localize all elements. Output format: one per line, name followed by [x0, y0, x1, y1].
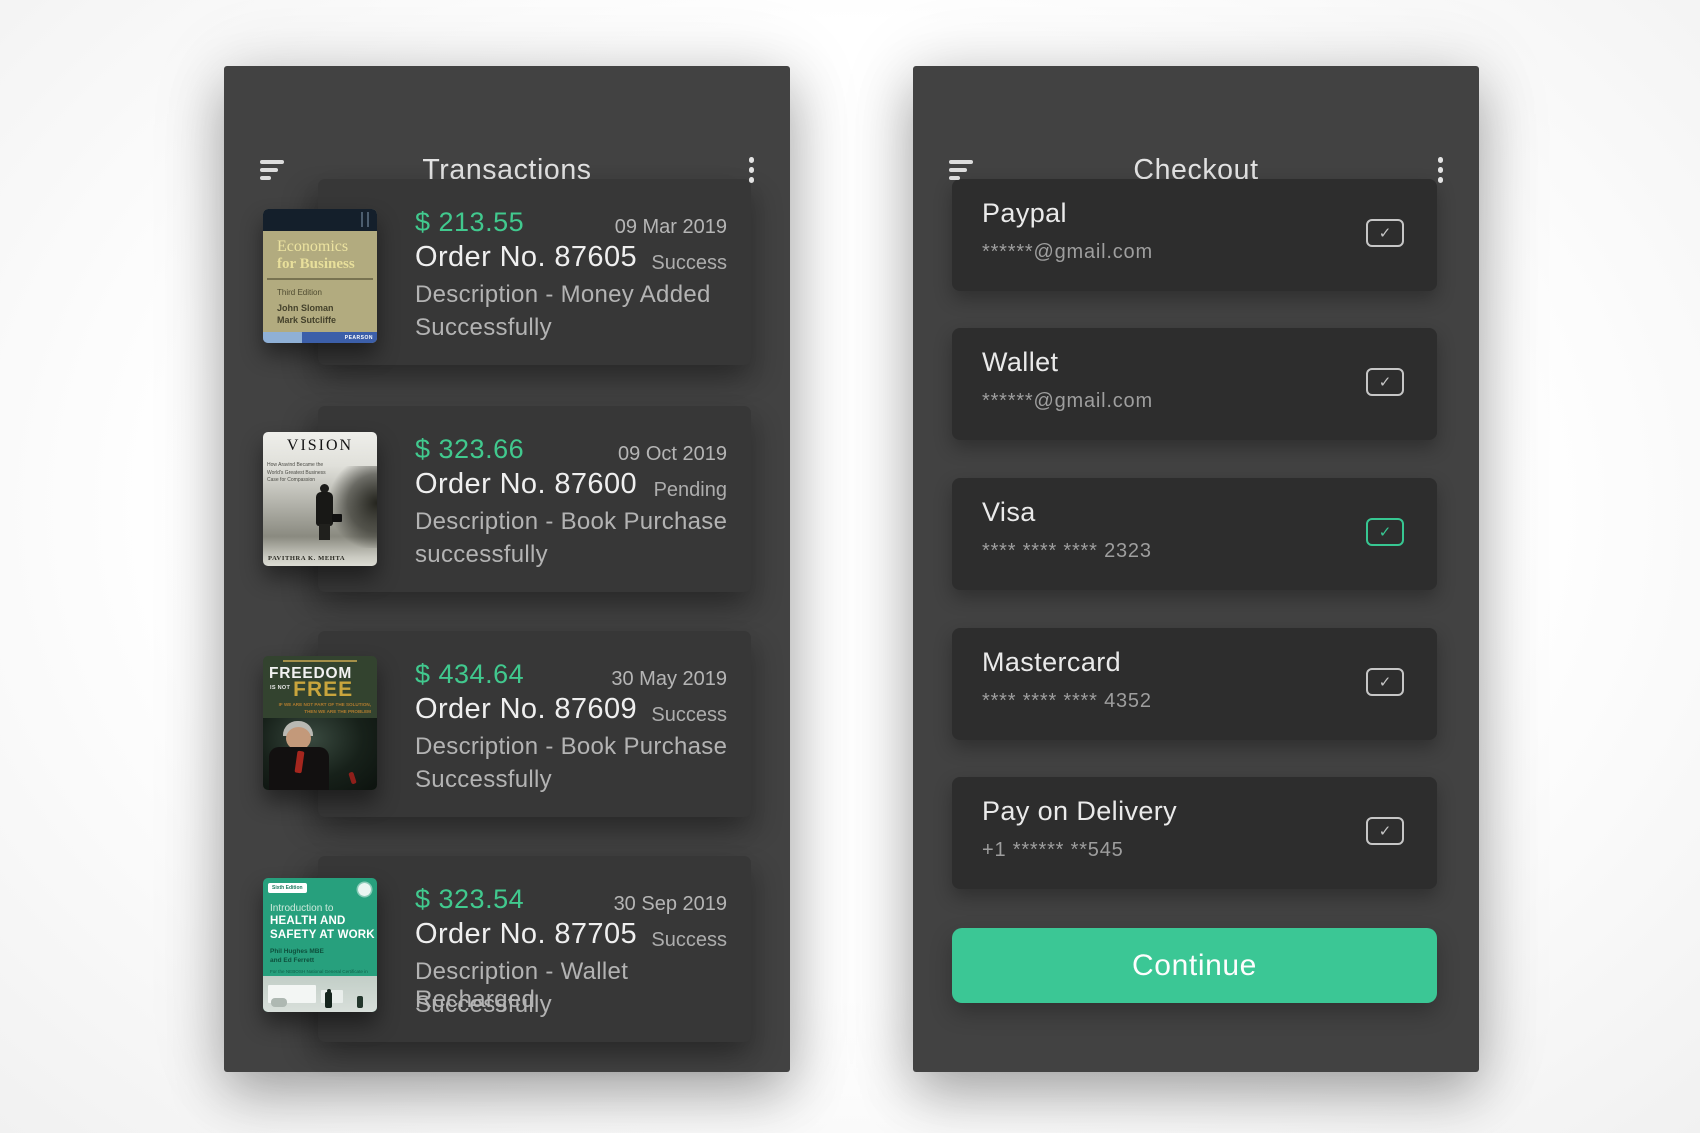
payment-method-wallet[interactable]: Wallet ******@gmail.com ✓: [952, 328, 1437, 440]
transaction-card[interactable]: $ 323.54 30 Sep 2019 Order No. 87705 Suc…: [318, 856, 751, 1042]
more-options-icon[interactable]: [1438, 157, 1444, 183]
menu-icon[interactable]: [260, 160, 284, 180]
transaction-amount: $ 434.64: [415, 659, 524, 690]
payment-method-mastercard[interactable]: Mastercard **** **** **** 4352 ✓: [952, 628, 1437, 740]
payment-method-name: Mastercard: [982, 647, 1121, 678]
continue-button-label: Continue: [1132, 949, 1257, 983]
transaction-date: 30 Sep 2019: [614, 893, 727, 916]
transaction-description: successfully: [415, 541, 548, 569]
transaction-description: Description - Book Purchase: [415, 508, 727, 536]
transaction-description: Successfully: [415, 766, 552, 794]
book-cover-vision: VISION How Aravind Became the World's Gr…: [263, 432, 377, 566]
book-title-intro: Introduction to: [270, 903, 377, 914]
book-author: PAVITHRA K. MEHTA: [268, 555, 345, 562]
book-tagline: IF WE ARE NOT PART OF THE SOLUTION, THEN…: [263, 702, 377, 716]
transaction-order-number: Order No. 87600: [415, 468, 637, 501]
continue-button[interactable]: Continue: [952, 928, 1437, 1003]
transaction-date: 30 May 2019: [611, 668, 727, 691]
publisher-logo-icon: [358, 883, 371, 896]
book-edition: Third Edition: [263, 280, 377, 297]
check-icon: ✓: [1379, 224, 1392, 242]
transaction-order-number: Order No. 87605: [415, 241, 637, 274]
paypal-checkbox[interactable]: ✓: [1366, 219, 1404, 247]
pay-on-delivery-checkbox[interactable]: ✓: [1366, 817, 1404, 845]
book-title: Economics: [277, 238, 363, 256]
transactions-screen: Transactions $ 213.55 09 Mar 2019 Order …: [224, 66, 790, 1072]
payment-method-name: Paypal: [982, 198, 1067, 229]
check-icon: ✓: [1379, 373, 1392, 391]
publisher-name: PEARSON: [345, 335, 377, 341]
transaction-date: 09 Oct 2019: [618, 443, 727, 466]
transaction-amount: $ 213.55: [415, 207, 524, 238]
book-title: HEALTH AND SAFETY AT WORK: [270, 915, 377, 943]
transaction-description: Description - Book Purchase: [415, 733, 727, 761]
mastercard-checkbox[interactable]: ✓: [1366, 668, 1404, 696]
book-authors: Phil Hughes MBE and Ed Ferrett: [270, 947, 377, 965]
more-options-icon[interactable]: [749, 157, 755, 183]
book-top-band: [263, 209, 377, 231]
book-subtitle: How Aravind Became the World's Greatest …: [267, 462, 326, 485]
transaction-card[interactable]: $ 323.66 09 Oct 2019 Order No. 87600 Pen…: [318, 406, 751, 592]
book-authors: John Sloman Mark Sutcliffe: [277, 302, 336, 326]
check-icon: ✓: [1379, 822, 1392, 840]
transaction-status: Success: [651, 252, 727, 275]
payment-method-detail: +1 ****** **545: [982, 839, 1124, 862]
transaction-status: Success: [651, 704, 727, 727]
wallet-checkbox[interactable]: ✓: [1366, 368, 1404, 396]
transaction-status: Success: [651, 929, 727, 952]
transaction-status: Pending: [654, 479, 727, 502]
cover-illustration: [263, 976, 377, 1012]
payment-method-visa[interactable]: Visa **** **** **** 2323 ✓: [952, 478, 1437, 590]
book-title: IS NOT: [270, 685, 290, 691]
book-cover-freedom-is-not-free: FREEDOM IS NOT FREE IF WE ARE NOT PART O…: [263, 656, 377, 790]
transaction-amount: $ 323.66: [415, 434, 524, 465]
check-icon: ✓: [1379, 523, 1392, 541]
transaction-order-number: Order No. 87705: [415, 918, 637, 951]
transaction-description: Description - Money Added: [415, 281, 711, 309]
book-title: VISION: [263, 437, 377, 455]
payment-method-name: Pay on Delivery: [982, 796, 1177, 827]
book-edition-badge: Sixth Edition: [268, 883, 307, 893]
menu-icon[interactable]: [949, 160, 973, 180]
book-title: FREE: [293, 681, 353, 699]
payment-method-name: Visa: [982, 497, 1036, 528]
cover-photo-speaker: [263, 718, 377, 790]
cover-accent-line: [283, 660, 357, 662]
cover-photo-man-silhouette: [311, 484, 341, 544]
transaction-date: 09 Mar 2019: [615, 216, 727, 239]
payment-method-detail: **** **** **** 4352: [982, 690, 1152, 713]
transaction-order-number: Order No. 87609: [415, 693, 637, 726]
transaction-card[interactable]: $ 434.64 30 May 2019 Order No. 87609 Suc…: [318, 631, 751, 817]
payment-method-detail: ******@gmail.com: [982, 390, 1153, 413]
check-icon: ✓: [1379, 673, 1392, 691]
book-title: for Business: [277, 256, 363, 273]
transaction-card[interactable]: $ 213.55 09 Mar 2019 Order No. 87605 Suc…: [318, 179, 751, 365]
payment-method-paypal[interactable]: Paypal ******@gmail.com ✓: [952, 179, 1437, 291]
payment-method-name: Wallet: [982, 347, 1058, 378]
payment-method-pay-on-delivery[interactable]: Pay on Delivery +1 ****** **545 ✓: [952, 777, 1437, 889]
payment-method-detail: **** **** **** 2323: [982, 540, 1152, 563]
transaction-description: Successfully: [415, 991, 552, 1019]
transaction-description: Successfully: [415, 314, 552, 342]
book-cover-economics-for-business: Economics for Business Third Edition Joh…: [263, 209, 377, 343]
checkout-screen: Checkout Paypal ******@gmail.com ✓ Walle…: [913, 66, 1479, 1072]
visa-checkbox[interactable]: ✓: [1366, 518, 1404, 546]
book-cover-health-and-safety: Sixth Edition Introduction to HEALTH AND…: [263, 878, 377, 1012]
payment-method-detail: ******@gmail.com: [982, 241, 1153, 264]
transaction-amount: $ 323.54: [415, 884, 524, 915]
publisher-strip: PEARSON: [263, 332, 377, 343]
